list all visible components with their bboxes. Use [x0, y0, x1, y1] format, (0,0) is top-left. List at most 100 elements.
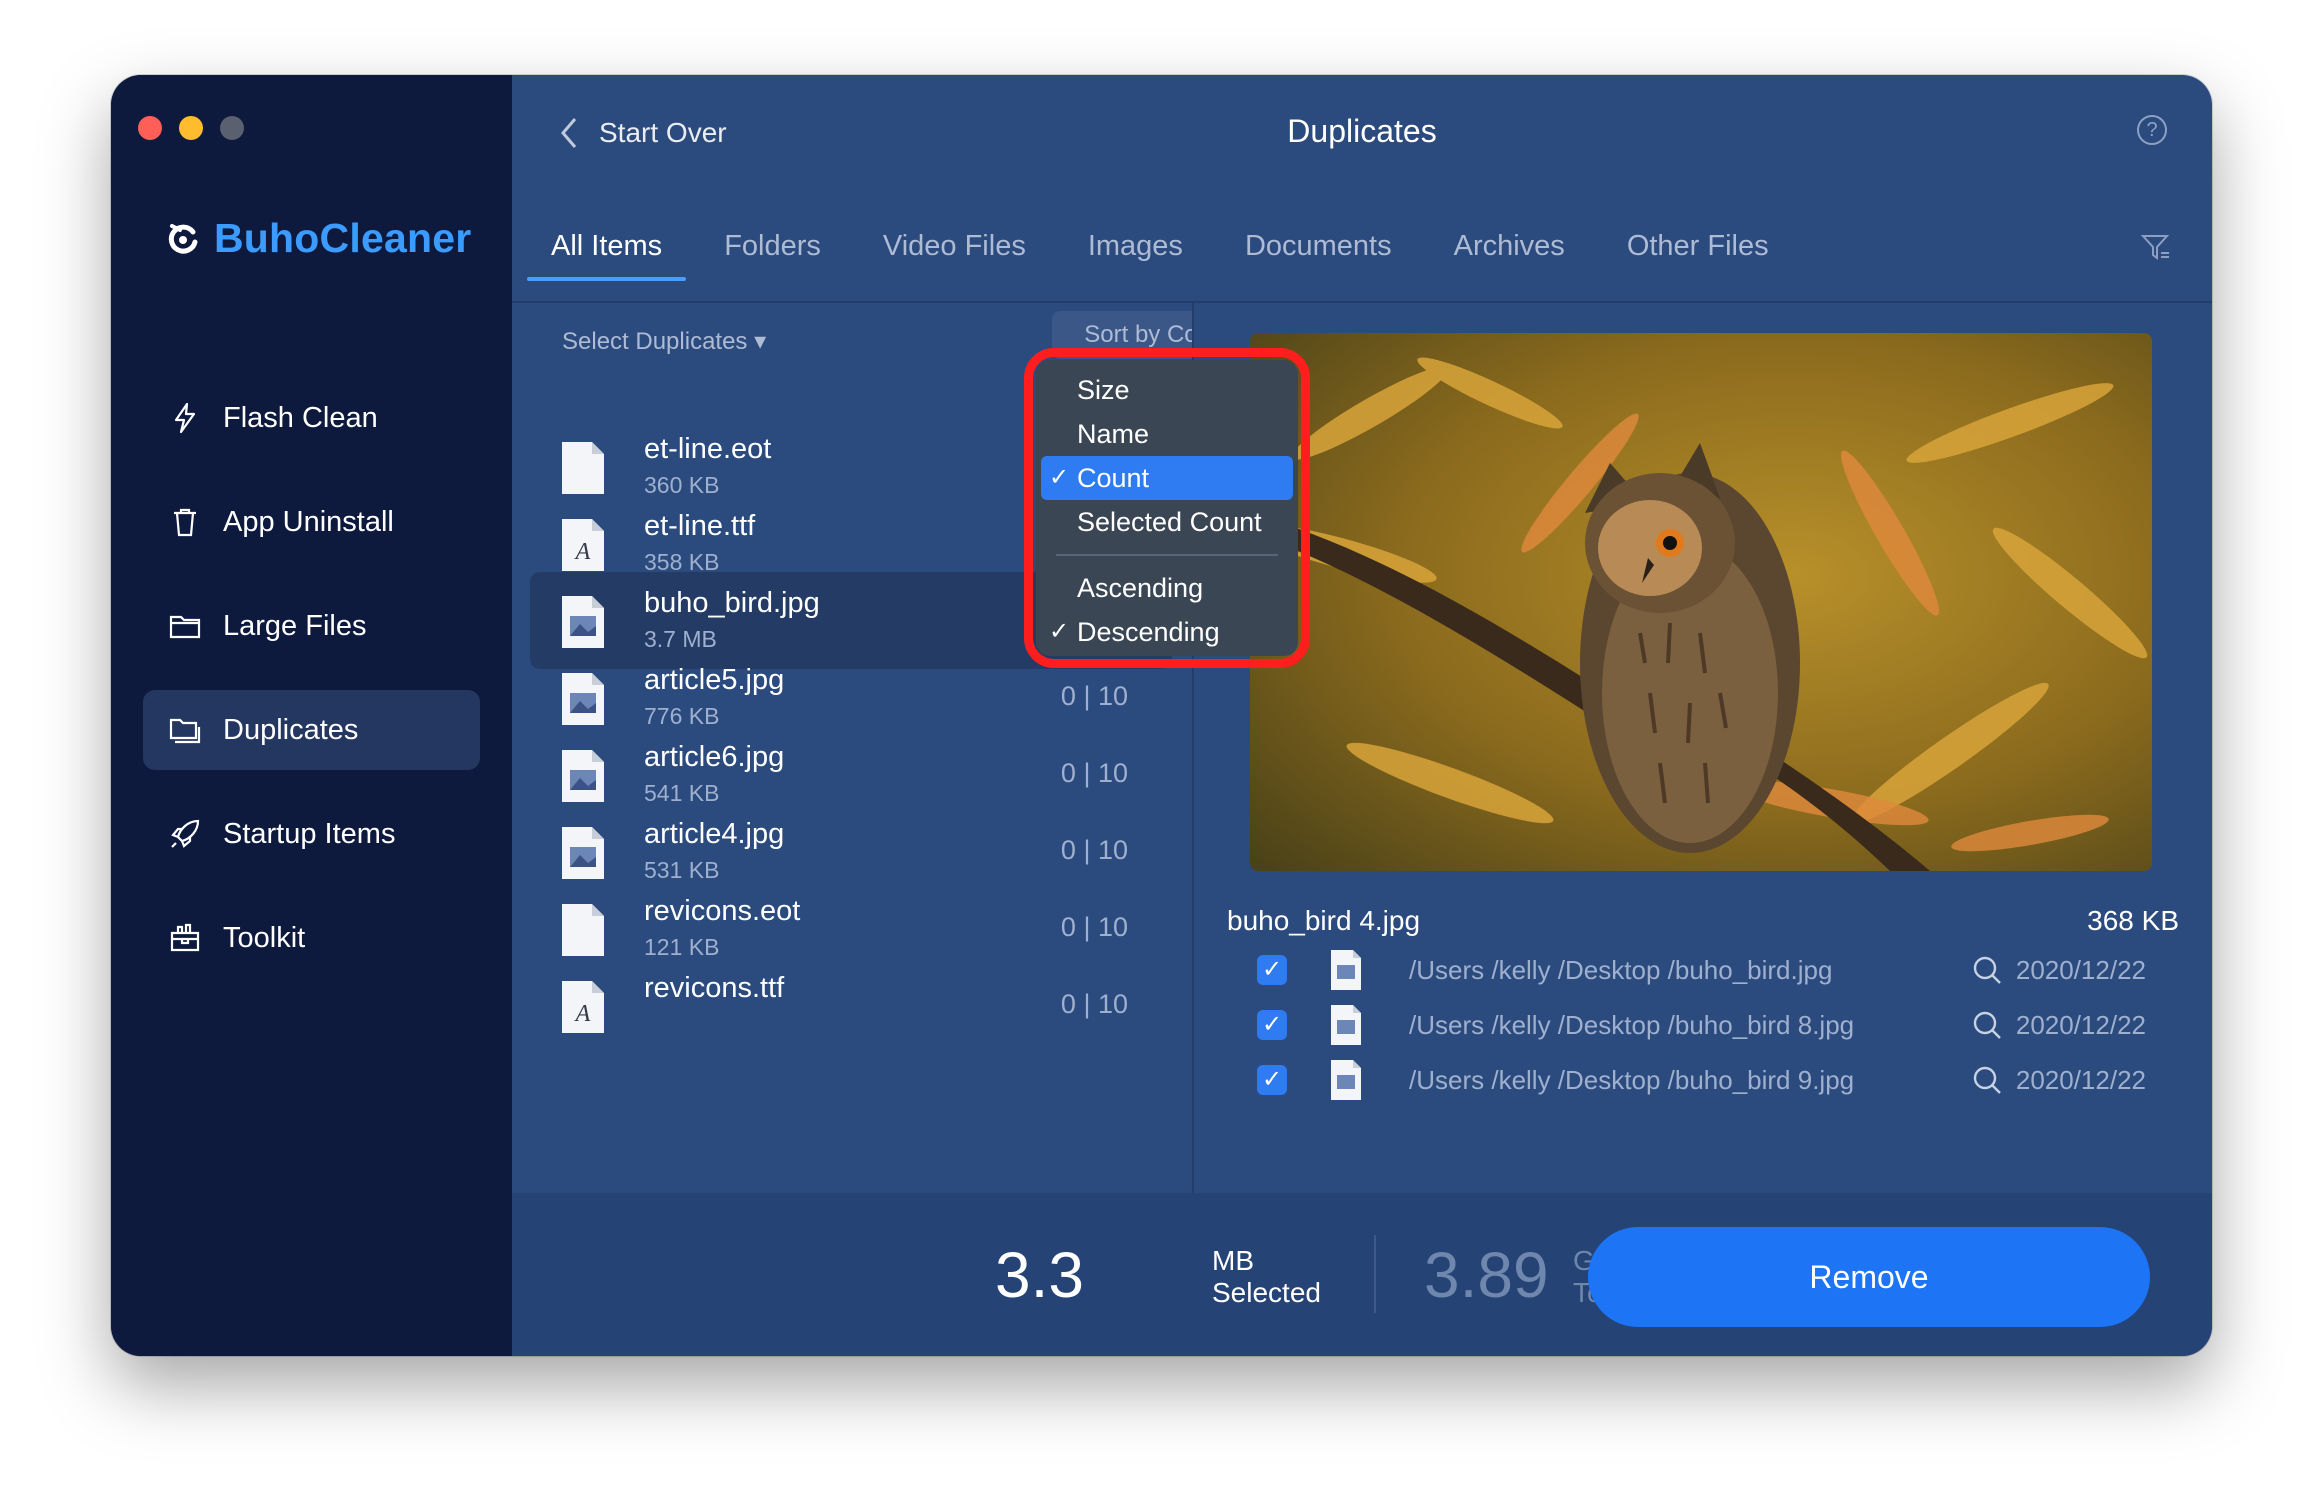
preview-image — [1250, 333, 2152, 871]
file-path: /Users /kelly /Desktop /buho_bird.jpg — [1409, 955, 1833, 985]
menu-item-label: Descending — [1077, 617, 1220, 647]
bolt-icon — [167, 400, 203, 436]
svg-text:A: A — [574, 539, 591, 565]
image-file-icon — [562, 673, 604, 725]
sort-option-count[interactable]: ✓ Count — [1041, 456, 1293, 500]
footer-divider — [1374, 1235, 1376, 1313]
menu-item-label: Ascending — [1077, 573, 1204, 603]
tab-all-items[interactable]: All Items — [527, 223, 687, 281]
owl-photo-icon — [1250, 333, 2152, 871]
sidebar-item-large-files[interactable]: Large Files — [143, 586, 480, 666]
file-date: 2020/12/22 — [2015, 1010, 2146, 1040]
menu-item-label: Count — [1077, 463, 1150, 493]
image-file-icon — [1331, 1060, 1361, 1100]
trash-icon — [167, 504, 203, 540]
svg-text:A: A — [574, 1001, 591, 1027]
blank-file-icon — [562, 904, 604, 956]
sidebar-item-label: Toolkit — [223, 921, 306, 954]
sort-option-size[interactable]: Size — [1041, 368, 1293, 412]
select-duplicates-dropdown[interactable]: Select Duplicates ▾ — [562, 327, 766, 356]
list-item[interactable]: A revicons.ttf 0 | 10 — [530, 957, 1172, 1054]
sidebar-item-toolkit[interactable]: Toolkit — [143, 898, 480, 978]
bottom-bar: 3.3 MB Selected 3.89 GB Total Remove — [512, 1193, 2212, 1356]
tab-other-files[interactable]: Other Files — [1603, 223, 1793, 281]
checkmark-icon: ✓ — [1049, 464, 1070, 491]
selected-size-unit: MB — [1212, 1245, 1254, 1276]
preview-file-name: buho_bird 4.jpg — [1227, 905, 1421, 936]
top-bar: Start Over Duplicates ? — [512, 75, 2212, 195]
sidebar-item-label: Duplicates — [223, 713, 359, 746]
tab-video-files[interactable]: Video Files — [859, 223, 1050, 281]
sort-order-ascending[interactable]: Ascending — [1041, 566, 1293, 610]
preview-pane: buho_bird 4.jpg 368 KB ✓ /Users /kelly /… — [1194, 303, 2212, 1193]
sidebar-item-flash-clean[interactable]: Flash Clean — [143, 378, 480, 458]
file-name: revicons.ttf — [644, 972, 785, 1004]
main-area: Start Over Duplicates ? All Items Folder… — [512, 75, 2212, 1356]
minimize-window-button[interactable] — [179, 116, 203, 140]
image-file-icon — [562, 827, 604, 879]
selection-count: 0 | 10 — [1060, 681, 1128, 711]
sidebar-item-label: Flash Clean — [223, 401, 378, 434]
preview-file-size: 368 KB — [2087, 905, 2179, 936]
help-icon[interactable]: ? — [2137, 115, 2167, 145]
image-file-icon — [562, 596, 604, 648]
toolbox-icon — [167, 920, 203, 956]
sidebar-item-duplicates[interactable]: Duplicates — [143, 690, 480, 770]
selection-count: 0 | 10 — [1060, 758, 1128, 788]
menu-separator — [1056, 554, 1278, 556]
tab-images[interactable]: Images — [1064, 223, 1207, 281]
selected-caption: Selected — [1212, 1277, 1321, 1308]
file-path: /Users /kelly /Desktop /buho_bird 9.jpg — [1409, 1065, 1855, 1095]
folder-icon — [167, 608, 203, 644]
selection-count: 0 | 10 — [1060, 989, 1128, 1019]
menu-item-label: Size — [1077, 375, 1130, 405]
duplicate-folder-icon — [167, 712, 203, 748]
sidebar-nav: Flash Clean App Uninstall Large Files Du… — [143, 378, 480, 1002]
category-tabs: All Items Folders Video Files Images Doc… — [527, 223, 1807, 281]
file-name: et-line.eot — [644, 433, 772, 465]
sidebar-item-label: App Uninstall — [223, 505, 394, 538]
menu-item-label: Selected Count — [1077, 507, 1262, 537]
file-name: et-line.ttf — [644, 510, 756, 542]
checkmark-icon: ✓ — [1049, 618, 1070, 645]
zoom-window-button[interactable] — [220, 116, 244, 140]
filter-icon[interactable] — [2140, 231, 2172, 263]
file-name: article4.jpg — [644, 818, 785, 850]
sort-order-descending[interactable]: ✓ Descending — [1041, 610, 1293, 654]
blank-file-icon — [562, 442, 604, 494]
menu-item-label: Name — [1077, 419, 1150, 449]
search-icon[interactable] — [1971, 954, 2003, 986]
tab-archives[interactable]: Archives — [1430, 223, 1589, 281]
search-icon[interactable] — [1971, 1064, 2003, 1096]
app-name: BuhoCleaner — [214, 215, 472, 261]
font-file-icon: A — [562, 981, 604, 1033]
sort-option-selected-count[interactable]: Selected Count — [1041, 500, 1293, 544]
tab-documents[interactable]: Documents — [1221, 223, 1416, 281]
sort-option-name[interactable]: Name — [1041, 412, 1293, 456]
sidebar-item-label: Startup Items — [223, 817, 396, 850]
path-checkbox[interactable]: ✓ — [1257, 955, 1287, 985]
close-window-button[interactable] — [138, 116, 162, 140]
file-path: /Users /kelly /Desktop /buho_bird 8.jpg — [1409, 1010, 1855, 1040]
duplicate-path-row: ✓ /Users /kelly /Desktop /buho_bird 9.jp… — [1227, 1051, 2179, 1111]
buho-logo-icon — [168, 223, 198, 254]
rocket-icon — [167, 816, 203, 852]
search-icon[interactable] — [1971, 1009, 2003, 1041]
image-file-icon — [1331, 1005, 1361, 1045]
sidebar-item-app-uninstall[interactable]: App Uninstall — [143, 482, 480, 562]
file-date: 2020/12/22 — [2015, 955, 2146, 985]
tab-folders[interactable]: Folders — [700, 223, 845, 281]
path-checkbox[interactable]: ✓ — [1257, 1065, 1287, 1095]
file-name: buho_bird.jpg — [644, 587, 820, 619]
sidebar-item-label: Large Files — [223, 609, 367, 642]
sidebar-item-startup-items[interactable]: Startup Items — [143, 794, 480, 874]
remove-button[interactable]: Remove — [1588, 1227, 2150, 1327]
path-checkbox[interactable]: ✓ — [1257, 1010, 1287, 1040]
font-file-icon: A — [562, 519, 604, 571]
sidebar: BuhoCleaner Flash Clean App Uninstall La… — [111, 75, 512, 1356]
file-name: article5.jpg — [644, 664, 785, 696]
image-file-icon — [1331, 950, 1361, 990]
selected-size-value: 3.3 — [995, 1239, 1084, 1311]
page-title: Duplicates — [1287, 113, 1437, 149]
app-window: BuhoCleaner Flash Clean App Uninstall La… — [111, 75, 2212, 1356]
